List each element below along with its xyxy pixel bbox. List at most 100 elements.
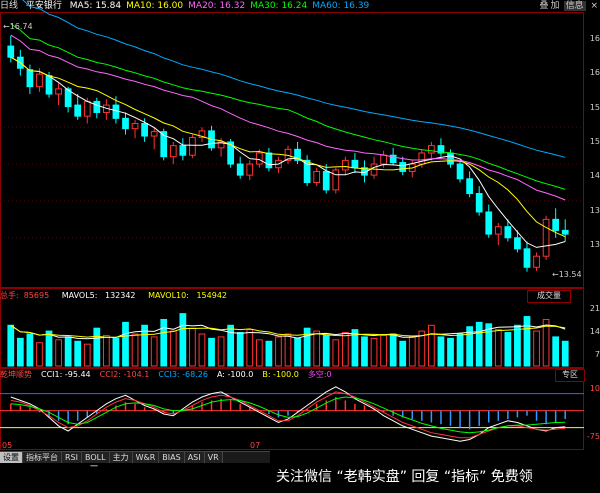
candle-body — [542, 218, 550, 257]
candle-body — [7, 45, 15, 58]
candle-body — [341, 159, 349, 171]
volume-bar — [447, 337, 454, 367]
volume-bar — [7, 324, 15, 367]
candle-body — [399, 162, 407, 172]
tab-8[interactable]: VR — [204, 452, 223, 463]
tab-1[interactable]: 指标平台 — [23, 452, 62, 463]
candle-body — [236, 163, 244, 176]
cci-header: 乾坤顺势 CCI1: -95.44 CCI2: -104.1 CCI3: -68.26… — [0, 369, 342, 381]
axis-tick-label: 21 — [589, 304, 600, 313]
volume-bar — [103, 334, 110, 367]
tab-3[interactable]: BOLL — [82, 452, 110, 463]
ma-line-ma20 — [10, 34, 566, 201]
tab-5[interactable]: W&R — [132, 452, 160, 463]
volume-bar — [437, 336, 445, 367]
candle-body — [255, 152, 263, 165]
cci-values: CCI1: -95.44 CCI2: -104.1 CCI3: -68.26 A: -… — [37, 370, 337, 379]
volume-bar — [64, 336, 72, 367]
volume-bar — [227, 324, 235, 367]
volume-bar — [552, 336, 560, 367]
tab-7[interactable]: ASI — [184, 452, 205, 463]
volume-bar — [475, 321, 483, 367]
tab-2[interactable]: RSI — [62, 452, 82, 463]
candle-body — [485, 211, 493, 235]
chart-canvas — [0, 0, 584, 442]
axis-tick-label: 13 — [589, 240, 600, 249]
low-price-label: ←13.54 — [552, 270, 582, 279]
volume-bar — [255, 339, 263, 367]
candle-body — [93, 100, 101, 113]
candle-body — [189, 137, 196, 156]
volume-bar — [341, 332, 349, 367]
volume-bar — [83, 343, 91, 367]
candle-body — [179, 145, 187, 156]
cci-indicator-name: 乾坤顺势 — [0, 370, 32, 379]
volume-bar — [322, 334, 330, 367]
watermark-text: 关注微信 “老韩实盘” 回复 “指标” 免费领 — [276, 469, 533, 485]
volume-bar — [208, 337, 215, 367]
volume-bar — [428, 324, 435, 367]
volume-bar — [198, 333, 206, 367]
mavol5-label: MAVOL5: 132342 — [61, 291, 136, 300]
volume-bar — [380, 334, 387, 367]
volume-bar — [45, 330, 53, 367]
candle-body — [475, 193, 483, 213]
volume-bar — [93, 327, 101, 367]
volume-bar — [189, 327, 196, 367]
axis-tick-label: 13 — [589, 205, 600, 215]
candle-body — [45, 75, 53, 95]
volume-bar — [284, 333, 292, 367]
volume-bar — [236, 332, 244, 367]
candle-body — [265, 152, 273, 169]
tab-0[interactable]: 设置 — [0, 452, 23, 463]
indicator-tab-bar: 设置 指标平台 RSI BOLL 主力 W&R BIAS ASI VR — [0, 451, 270, 463]
tab-6[interactable]: BIAS — [159, 452, 185, 463]
volume-bar — [112, 337, 120, 367]
volume-bar — [74, 340, 82, 367]
cci-value-item: CCI1: -95.44 — [41, 370, 91, 379]
candle-body — [380, 154, 387, 165]
volume-header: 总手: 85695 MAVOL5: 132342 MAVOL10: 154942 — [0, 290, 237, 302]
candle-body — [447, 152, 454, 165]
candle-body — [150, 131, 158, 137]
candle-body — [131, 123, 139, 130]
candle-body — [141, 123, 148, 137]
cci-value-item: CCI3: -68.26 — [158, 370, 208, 379]
volume-bar — [294, 337, 301, 367]
volume-label: 总手: 85695 — [0, 291, 50, 300]
volume-bar — [16, 337, 24, 367]
candle-body — [55, 88, 62, 95]
volume-bar — [122, 321, 129, 367]
axis-tick-label: 16 — [589, 68, 600, 78]
candle-body — [514, 237, 521, 250]
candle-body — [523, 248, 531, 268]
volume-bar — [504, 332, 512, 367]
volume-bar — [408, 336, 416, 367]
axis-tick-label: 15 — [589, 102, 600, 112]
x-axis-left-label: 05 — [2, 441, 13, 450]
candle-body — [533, 255, 540, 268]
volume-bar — [131, 333, 139, 367]
axis-tick-label: 14 — [589, 171, 600, 181]
candle-body — [351, 159, 359, 169]
cci-zone-select[interactable]: 专区 — [555, 369, 585, 382]
x-axis-mid-label: 07 — [250, 441, 261, 450]
volume-bar — [217, 336, 225, 367]
candle-body — [26, 69, 34, 88]
volume-bar — [265, 340, 273, 367]
volume-bar — [275, 336, 282, 367]
volume-bar — [533, 330, 540, 367]
cci-value-item: A: -100.0 — [216, 370, 254, 379]
candle-body — [428, 145, 435, 154]
volume-indicator-select[interactable]: 成交量 — [527, 290, 571, 303]
tab-4[interactable]: 主力 — [109, 452, 133, 463]
volume-bar — [361, 336, 368, 367]
volume-bar — [389, 333, 397, 367]
candle-body — [456, 163, 464, 180]
axis-tick-label: 7 — [594, 350, 600, 359]
cci-value-item: 多空:0 — [307, 370, 332, 379]
candle-body — [74, 104, 82, 117]
candle-body — [466, 178, 473, 195]
volume-bar — [313, 330, 321, 367]
volume-bar — [514, 324, 521, 367]
